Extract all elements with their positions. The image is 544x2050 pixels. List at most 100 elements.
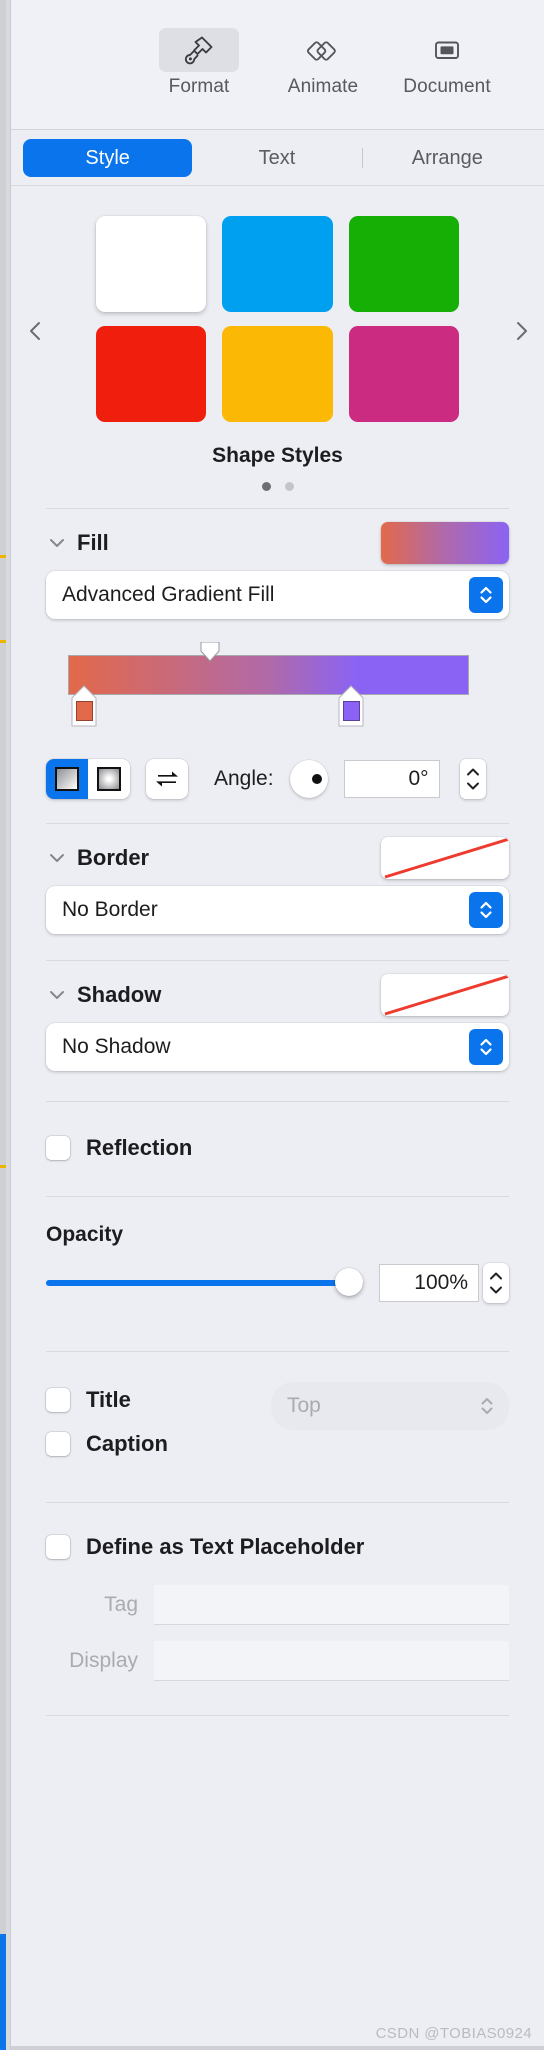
gradient-bar[interactable] [68,655,469,695]
chevron-down-icon[interactable] [46,532,68,554]
shadow-preview-none-swatch[interactable] [381,974,509,1016]
shape-styles-section: Shape Styles [11,186,544,491]
gutter-marker [0,1165,6,1168]
angle-stepper[interactable] [459,759,486,799]
shape-style-swatch[interactable] [95,216,207,312]
carousel-page-dots [11,482,544,491]
chevron-right-icon[interactable] [508,318,534,344]
gradient-stop-color [343,701,360,721]
tab-text[interactable]: Text [192,139,361,177]
toolbar-item-animate[interactable]: Animate [275,28,371,98]
define-placeholder-label: Define as Text Placeholder [86,1534,365,1559]
border-section: Border No Border [11,830,544,934]
angle-label: Angle: [214,767,274,790]
shape-styles-label: Shape Styles [212,444,343,467]
caption-row[interactable]: Caption [46,1422,271,1466]
chevron-down-icon[interactable] [46,847,68,869]
reflection-section: Reflection [11,1126,544,1170]
border-preview-none-swatch[interactable] [381,837,509,879]
shape-style-grid [95,216,460,422]
tag-label: Tag [104,1593,138,1616]
chevron-updown-icon[interactable] [469,577,503,613]
display-label: Display [69,1649,138,1672]
gradient-stop-start[interactable] [70,685,98,729]
fill-type-select[interactable]: Advanced Gradient Fill [46,571,509,619]
angle-input[interactable]: 0° [343,760,440,798]
divider [46,1715,509,1716]
title-checkbox[interactable] [46,1388,70,1412]
define-placeholder-row[interactable]: Define as Text Placeholder [46,1525,509,1569]
define-placeholder-checkbox[interactable] [46,1535,70,1559]
title-label: Title [86,1387,131,1412]
tab-style[interactable]: Style [23,139,193,177]
shadow-style-value: No Shadow [62,1035,171,1058]
chevron-updown-icon[interactable] [477,1391,497,1421]
toolbar-label: Document [403,76,491,97]
inspector-tabbar: Style Text Arrange [11,130,544,186]
fill-title: Fill [77,530,109,555]
shadow-title: Shadow [77,982,162,1007]
canvas-gutter [0,0,10,2050]
gradient-editor[interactable] [46,641,509,729]
border-style-select[interactable]: No Border [46,886,509,934]
format-inspector-panel: Format Animate Document Style Text Arran… [0,0,544,2050]
flip-gradient-icon[interactable] [146,759,188,799]
shape-style-swatch[interactable] [348,216,460,312]
fill-type-value: Advanced Gradient Fill [62,583,275,606]
slider-fill [46,1280,363,1286]
divider [46,508,509,509]
gutter-selection-bar [0,1934,6,2050]
reflection-row[interactable]: Reflection [46,1126,509,1170]
chevron-down-icon[interactable] [46,984,68,1006]
title-caption-section: Title Caption Top [11,1378,544,1466]
gutter-rail [0,0,6,1934]
fill-preview-swatch[interactable] [381,522,509,564]
shape-style-swatch[interactable] [222,326,333,422]
reflection-label: Reflection [86,1135,193,1160]
shape-style-swatch[interactable] [348,326,460,422]
panel-bottom-edge [11,2046,544,2050]
opacity-input[interactable]: 100% [379,1264,479,1302]
slider-knob[interactable] [335,1268,363,1296]
inspector-body: Format Animate Document Style Text Arran… [10,0,544,2050]
text-placeholder-section: Define as Text Placeholder Tag Display [11,1525,544,1681]
page-dot[interactable] [284,482,294,491]
reflection-checkbox[interactable] [46,1136,70,1160]
opacity-stepper[interactable] [483,1263,509,1303]
border-title: Border [77,845,150,870]
gradient-midpoint-handle[interactable] [199,641,221,662]
shadow-section: Shadow No Shadow [11,967,544,1071]
gutter-marker [0,640,6,643]
display-row: Display [46,1641,509,1681]
gradient-type-segmented [46,759,130,799]
chevron-updown-icon[interactable] [469,892,503,928]
chevron-left-icon[interactable] [23,318,49,344]
opacity-section: Opacity 100% [11,1223,544,1303]
angle-dial-icon[interactable] [289,760,328,798]
toolbar-item-document[interactable]: Document [399,28,495,98]
divider [46,1196,509,1197]
display-input[interactable] [154,1641,509,1681]
gradient-angle-row: Angle: 0° [46,757,509,801]
tag-input[interactable] [154,1585,509,1625]
shape-style-swatch[interactable] [222,216,333,312]
paintbrush-icon [159,28,239,72]
tag-row: Tag [46,1585,509,1625]
opacity-slider[interactable] [46,1268,363,1296]
gutter-marker [0,555,6,558]
toolbar-item-format[interactable]: Format [151,28,247,98]
gradient-stop-end[interactable] [337,685,365,729]
radial-gradient-icon[interactable] [88,759,130,799]
shape-style-swatch[interactable] [95,326,207,422]
title-position-select[interactable]: Top [271,1382,509,1430]
chevron-updown-icon[interactable] [469,1029,503,1065]
linear-gradient-icon[interactable] [46,759,88,799]
tab-arrange[interactable]: Arrange [363,139,532,177]
watermark: CSDN @TOBIAS0924 [375,2025,532,2042]
title-row[interactable]: Title [46,1378,271,1422]
toolbar-label: Format [168,76,230,97]
page-dot[interactable] [261,482,271,491]
caption-checkbox[interactable] [46,1432,70,1456]
border-style-value: No Border [62,898,158,921]
shadow-style-select[interactable]: No Shadow [46,1023,509,1071]
